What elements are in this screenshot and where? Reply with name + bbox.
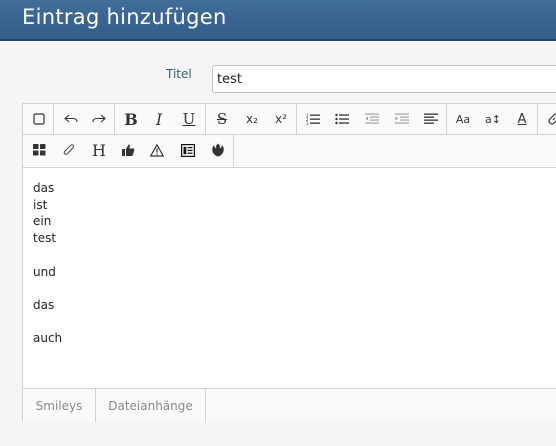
outdent-button[interactable] (360, 108, 384, 130)
toolbar-row-1: B I U S x₂ x² 1 2 3 Aa a↕ A (23, 104, 556, 135)
svg-text:3: 3 (306, 121, 309, 125)
underline-button[interactable]: U (177, 108, 201, 130)
toolbar-group-font: Aa a↕ A (447, 104, 538, 135)
font-color-button[interactable]: A (510, 108, 534, 130)
ordered-list-icon: 1 2 3 (306, 113, 320, 125)
square-icon (33, 113, 45, 125)
editor-content-text[interactable]: das ist ein test und das auch (33, 180, 62, 347)
content-blank-line (33, 280, 62, 297)
grid-icon (32, 144, 45, 156)
rebel-button[interactable] (206, 139, 230, 161)
tab-smileys[interactable]: Smileys (23, 389, 96, 422)
toolbar-group-format: B I U (115, 104, 206, 135)
rich-text-editor: B I U S x₂ x² 1 2 3 Aa a↕ A H das ist ei… (22, 103, 556, 422)
toolbar-group-link (538, 104, 556, 135)
content-line: auch (33, 331, 63, 346)
bullet-list-button[interactable] (330, 108, 354, 130)
dialog-header: Eintrag hinzufügen (0, 0, 556, 41)
title-label: Titel (166, 67, 192, 81)
thumbs-up-icon (121, 144, 134, 156)
editor-content-area[interactable]: das ist ein test und das auch (23, 167, 556, 388)
content-line: ist (33, 197, 48, 212)
superscript-button[interactable]: x² (269, 108, 293, 130)
link-icon (548, 113, 556, 125)
spoiler-button[interactable] (176, 139, 200, 161)
font-family-button[interactable]: a↕ (481, 108, 505, 130)
content-blank-line (33, 247, 62, 264)
strikethrough-icon: S (216, 110, 228, 128)
undo-icon (64, 114, 78, 123)
italic-button[interactable]: I (147, 108, 171, 130)
content-line: und (33, 264, 56, 279)
indent-icon (395, 113, 409, 124)
content-line: das (33, 297, 55, 312)
align-left-icon (424, 113, 438, 124)
paperclip-icon (63, 144, 75, 155)
toggle-source-button[interactable] (27, 108, 51, 130)
align-button[interactable] (419, 108, 443, 130)
bold-button[interactable]: B (119, 108, 143, 130)
dialog-title: Eintrag hinzufügen (22, 5, 227, 29)
warning-button[interactable] (145, 139, 169, 161)
heading-button[interactable]: H (87, 139, 111, 161)
title-input[interactable] (212, 65, 556, 93)
font-size-button[interactable]: Aa (451, 108, 475, 130)
link-button[interactable] (542, 108, 556, 130)
undo-button[interactable] (59, 108, 83, 130)
rebel-alliance-icon (212, 143, 224, 157)
content-line: ein (33, 214, 52, 229)
toolbar-group-source (23, 104, 54, 135)
redo-icon (92, 114, 106, 123)
editor-tabs: Smileys Dateianhänge (23, 388, 556, 422)
toolbar-group-insert: H (23, 135, 234, 166)
redo-button[interactable] (87, 108, 111, 130)
spoiler-box-icon (181, 143, 195, 157)
tab-attachments[interactable]: Dateianhänge (96, 389, 206, 422)
ordered-list-button[interactable]: 1 2 3 (301, 108, 325, 130)
grid-button[interactable] (27, 139, 51, 161)
attachment-button[interactable] (57, 139, 81, 161)
like-button[interactable] (116, 139, 140, 161)
outdent-icon (365, 113, 379, 124)
subscript-button[interactable]: x₂ (240, 108, 264, 130)
strikethrough-button[interactable]: S (210, 108, 234, 130)
content-line: das (33, 181, 55, 195)
indent-button[interactable] (390, 108, 414, 130)
content-line: test (33, 231, 57, 246)
toolbar-row-2: H (23, 135, 556, 166)
warning-icon (150, 143, 164, 157)
toolbar-group-script: S x₂ x² (206, 104, 297, 135)
toolbar-group-lists: 1 2 3 (297, 104, 447, 135)
bullet-list-icon (335, 113, 349, 125)
toolbar-group-history (54, 104, 115, 135)
content-blank-line (33, 314, 62, 331)
